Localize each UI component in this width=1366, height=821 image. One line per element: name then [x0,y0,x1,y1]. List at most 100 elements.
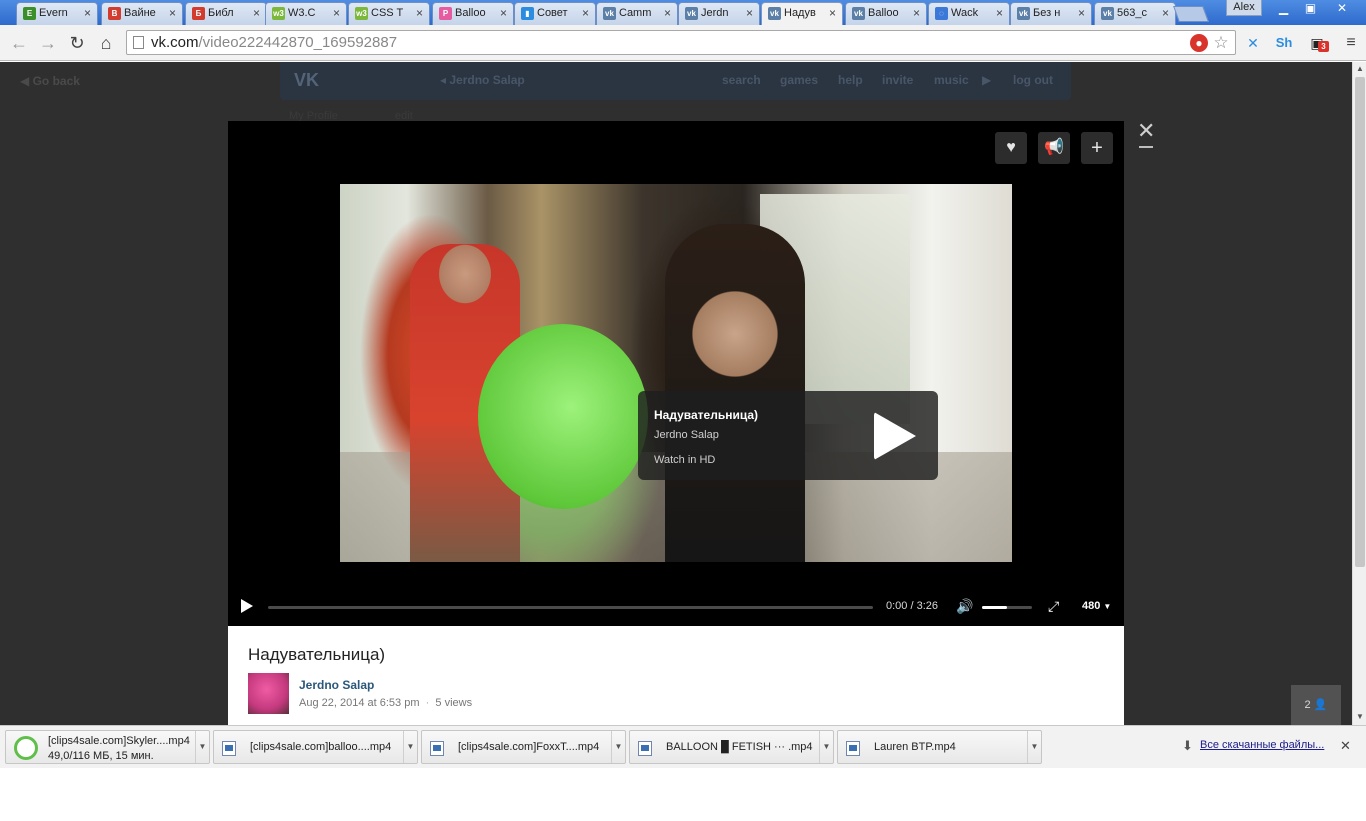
volume-slider[interactable] [982,606,1032,609]
video-meta: Aug 22, 2014 at 6:53 pm · 5 views [299,697,473,709]
browser-tab[interactable]: E Evern × [16,2,98,25]
browser-tab[interactable]: w3 CSS T × [348,2,430,25]
tab-close-icon[interactable]: × [829,3,836,24]
vk-nav-help[interactable]: help [838,73,863,87]
modal-close-icon[interactable]: ✕ [1137,118,1155,144]
quality-selector[interactable]: 480 ▼ [1082,600,1111,612]
vk-logout-link[interactable]: log out [1013,73,1053,87]
tab-close-icon[interactable]: × [416,3,423,24]
play-icon[interactable] [241,599,253,613]
download-menu-icon[interactable]: ▼ [611,731,625,763]
download-name: [clips4sale.com]Skyler....mp4 [48,735,190,747]
back-arrow-icon[interactable]: ← [8,33,30,53]
close-window-button[interactable]: ✕ [1324,0,1360,18]
viewers-counter[interactable]: 2 👤 [1291,685,1341,725]
p-icon: P [439,7,452,20]
address-bar[interactable]: vk.com/video222442870_169592887 ● ☆ [126,30,1236,55]
music-play-icon[interactable]: ▶ [982,73,991,87]
browser-tab[interactable]: vk 563_c × [1094,2,1176,25]
vk-logo[interactable]: VK [294,70,328,92]
watch-in-hd-link[interactable]: Watch in HD [654,454,715,466]
tab-close-icon[interactable]: × [169,3,176,24]
browser-tab[interactable]: В Вайне × [101,2,183,25]
download-item[interactable]: [clips4sale.com]balloo....mp4 ▼ [213,730,418,764]
extension-sh-icon[interactable]: Sh [1273,33,1295,53]
overlay-author[interactable]: Jerdno Salap [654,429,719,441]
book-icon: ▮ [521,7,534,20]
tab-close-icon[interactable]: × [333,3,340,24]
like-heart-icon[interactable]: ♥ [995,132,1027,164]
tab-close-icon[interactable]: × [500,3,507,24]
modal-minimize-icon[interactable] [1139,146,1153,148]
tab-close-icon[interactable]: × [1078,3,1085,24]
tab-close-icon[interactable]: × [913,3,920,24]
scroll-thumb[interactable] [1355,77,1365,567]
browser-tab[interactable]: P Balloo × [432,2,514,25]
go-back-link[interactable]: ◀ Go back [20,74,80,88]
tab-close-icon[interactable]: × [664,3,671,24]
add-plus-icon[interactable]: + [1081,132,1113,164]
browser-tab[interactable]: ◌ Wack × [928,2,1010,25]
share-megaphone-icon[interactable]: 📢 [1038,132,1070,164]
browser-tab[interactable]: vk Надув × [761,2,843,25]
tab-close-icon[interactable]: × [582,3,589,24]
vk-nav-games[interactable]: games [780,73,818,87]
go-back-label: Go back [32,74,80,88]
address-url[interactable]: vk.com/video222442870_169592887 [151,34,397,51]
show-all-downloads-link[interactable]: Все скачанные файлы... ⬇ [1182,738,1324,753]
download-menu-icon[interactable]: ▼ [1027,731,1041,763]
tab-close-icon[interactable]: × [996,3,1003,24]
tab-label: Wack [951,7,979,19]
download-item[interactable]: [clips4sale.com]Skyler....mp4 49,0/116 М… [5,730,210,764]
scroll-up-icon[interactable]: ▲ [1356,64,1364,73]
tab-close-icon[interactable]: × [253,3,260,24]
fullscreen-icon[interactable]: ⤢ [1048,598,1059,615]
bookmark-star-icon[interactable]: ☆ [1212,34,1230,52]
close-downloads-icon[interactable]: ✕ [1340,738,1351,754]
browser-tab[interactable]: vk Jerdn × [678,2,760,25]
author-link[interactable]: Jerdno Salap [299,678,374,692]
browser-tab[interactable]: Б Библ × [185,2,267,25]
browser-tab[interactable]: vk Camm × [596,2,678,25]
video-scene-balloon [478,324,648,509]
minimize-window-button[interactable]: ▁ [1270,0,1297,18]
reload-icon[interactable]: ↻ [66,33,88,53]
video-frame[interactable]: Надувательница) Jerdno Salap Watch in HD [340,184,1012,562]
home-icon[interactable]: ⌂ [95,33,117,53]
author-avatar[interactable] [248,673,289,714]
forward-arrow-icon[interactable]: → [37,33,59,53]
adblock-icon[interactable]: ● [1190,34,1208,52]
download-item[interactable]: BALLOON █ FETISH ··· .mp4 ▼ [629,730,834,764]
big-play-icon[interactable] [874,412,916,460]
w3-icon: w3 [272,7,285,20]
download-item[interactable]: [clips4sale.com]FoxxT....mp4 ▼ [421,730,626,764]
tab-close-icon[interactable]: × [746,3,753,24]
profile-user-badge[interactable]: Alex [1226,0,1262,16]
vertical-scrollbar[interactable]: ▲ ▼ [1352,62,1366,725]
browser-tab[interactable]: ▮ Совет × [514,2,596,25]
download-menu-icon[interactable]: ▼ [195,731,209,763]
download-menu-icon[interactable]: ▼ [403,731,417,763]
vk-nav-search[interactable]: search [722,73,761,87]
maximize-window-button[interactable]: ▣ [1297,0,1324,18]
browser-tab[interactable]: vk Balloo × [845,2,927,25]
vk-profile-link[interactable]: ◂ Jerdno Salap [440,73,525,87]
download-item[interactable]: Lauren BTP.mp4 ▼ [837,730,1042,764]
download-menu-icon[interactable]: ▼ [819,731,833,763]
video-title: Надувательница) [248,645,386,664]
scroll-down-icon[interactable]: ▼ [1356,712,1364,721]
vk-nav-invite[interactable]: invite [882,73,913,87]
vk-nav-music[interactable]: music [934,73,969,87]
new-tab-button[interactable] [1173,6,1209,22]
download-arrow-icon: ⬇ [1182,738,1193,753]
extension-x-icon[interactable]: ✕ [1242,33,1264,53]
tab-close-icon[interactable]: × [1162,3,1169,24]
chrome-menu-icon[interactable]: ≡ [1340,33,1362,53]
extension-monitor-icon[interactable]: ▣ 3 [1306,33,1329,53]
volume-icon[interactable]: 🔊 [956,598,974,614]
progress-track[interactable] [268,606,873,609]
browser-tab[interactable]: w3 W3.C × [265,2,347,25]
video-info-overlay[interactable]: Надувательница) Jerdno Salap Watch in HD [638,391,938,480]
tab-close-icon[interactable]: × [84,3,91,24]
browser-tab[interactable]: vk Без н × [1010,2,1092,25]
